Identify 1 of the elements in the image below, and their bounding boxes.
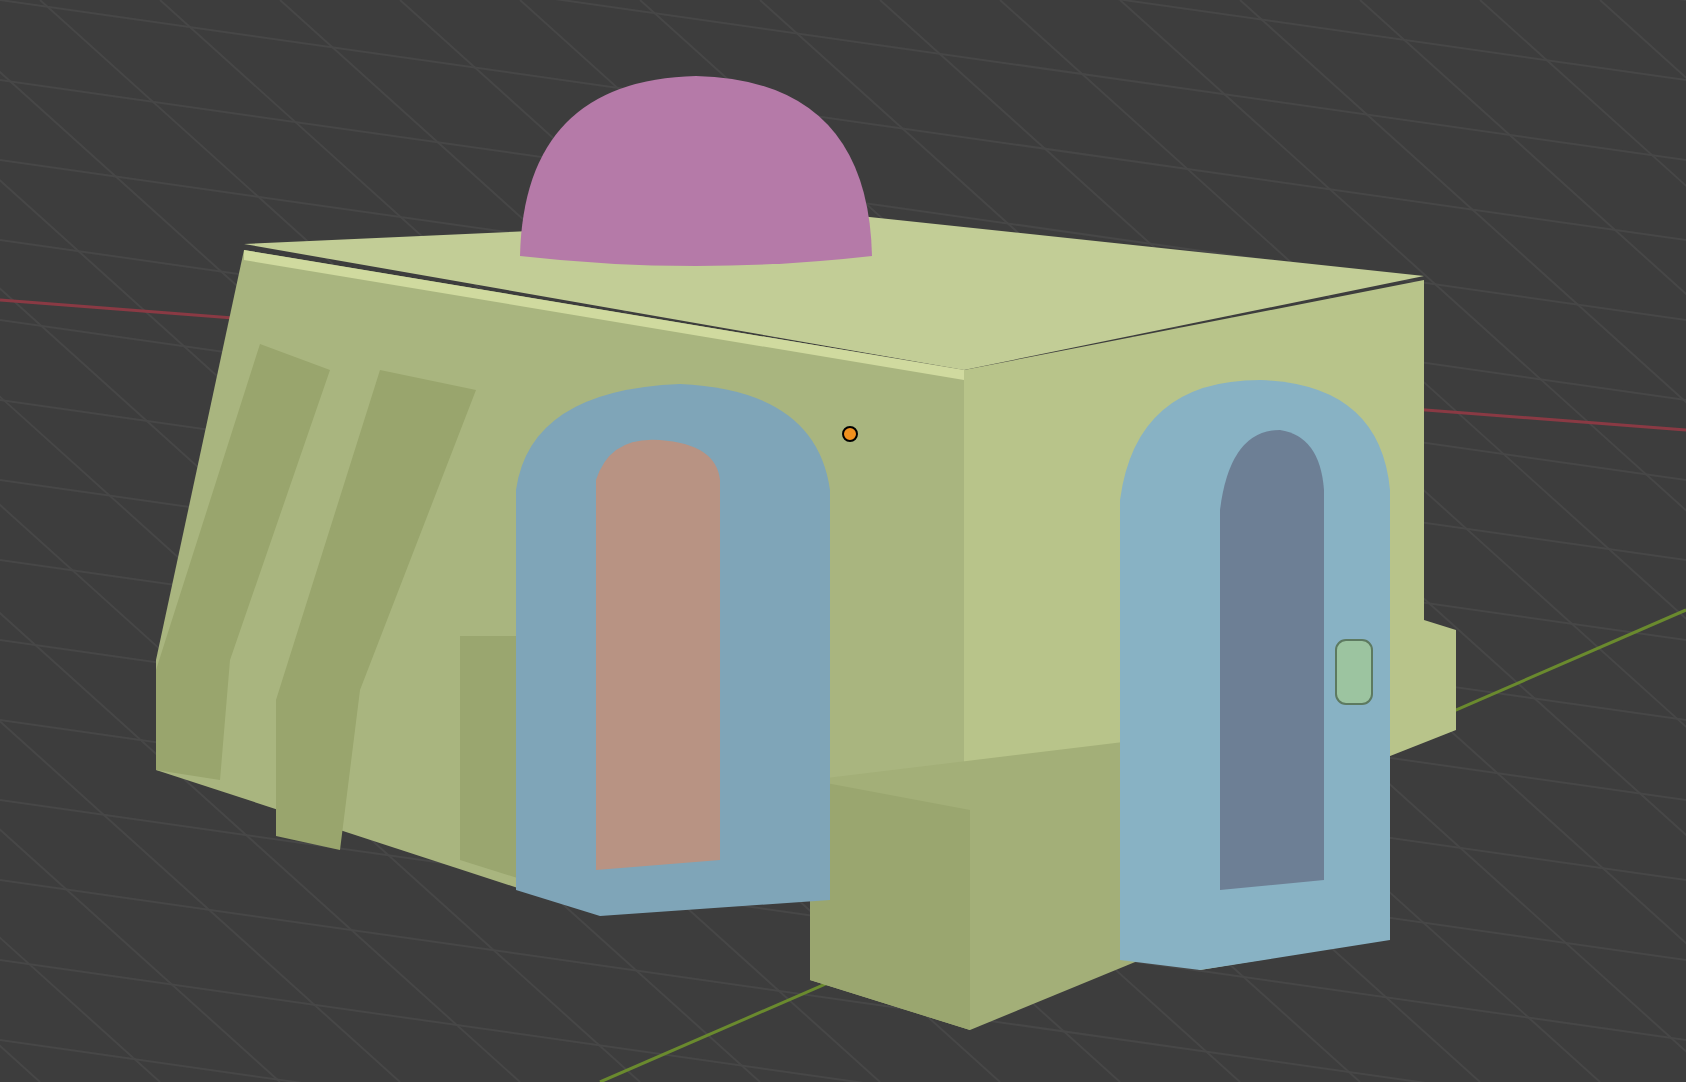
origin-point-icon	[842, 426, 858, 442]
